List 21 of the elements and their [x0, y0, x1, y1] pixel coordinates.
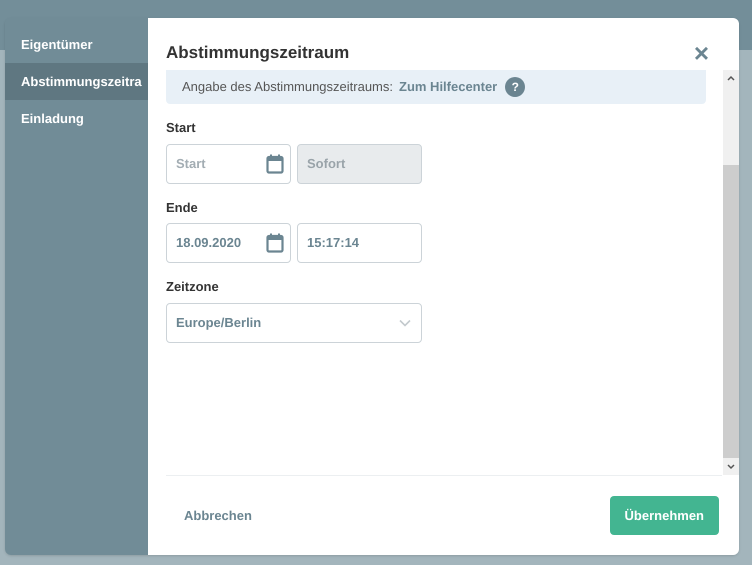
close-button[interactable]: ×: [694, 40, 709, 66]
field-label: Zeitzone: [166, 278, 220, 296]
sidebar-item[interactable]: Einladung: [5, 100, 148, 137]
dialog-title: Abstimmungszeitraum: [166, 42, 350, 64]
sidebar-item[interactable]: Abstimmungszeitra: [5, 63, 148, 100]
help-center-link[interactable]: Zum Hilfecenter: [399, 77, 498, 97]
scrollbar[interactable]: [723, 70, 739, 475]
date-field[interactable]: 18.09.2020: [166, 223, 291, 263]
field-label: Ende: [166, 198, 199, 216]
timezone-select[interactable]: Europe/Berlin: [166, 302, 422, 342]
calendar-icon: [266, 233, 284, 253]
cancel-button[interactable]: Abbrechen: [184, 506, 252, 526]
field-label: Start: [166, 119, 197, 137]
info-text: Angabe des Abstimmungszeitraums:: [182, 78, 393, 96]
apply-button[interactable]: Übernehmen: [610, 496, 719, 535]
calendar-icon: [266, 154, 284, 174]
chevron-down-icon: [399, 318, 411, 326]
help-icon[interactable]: ?: [505, 77, 526, 97]
date-field[interactable]: Start: [166, 144, 291, 184]
time-field[interactable]: 15:17:14: [297, 223, 422, 263]
sidebar-item[interactable]: Eigentümer: [5, 26, 148, 63]
